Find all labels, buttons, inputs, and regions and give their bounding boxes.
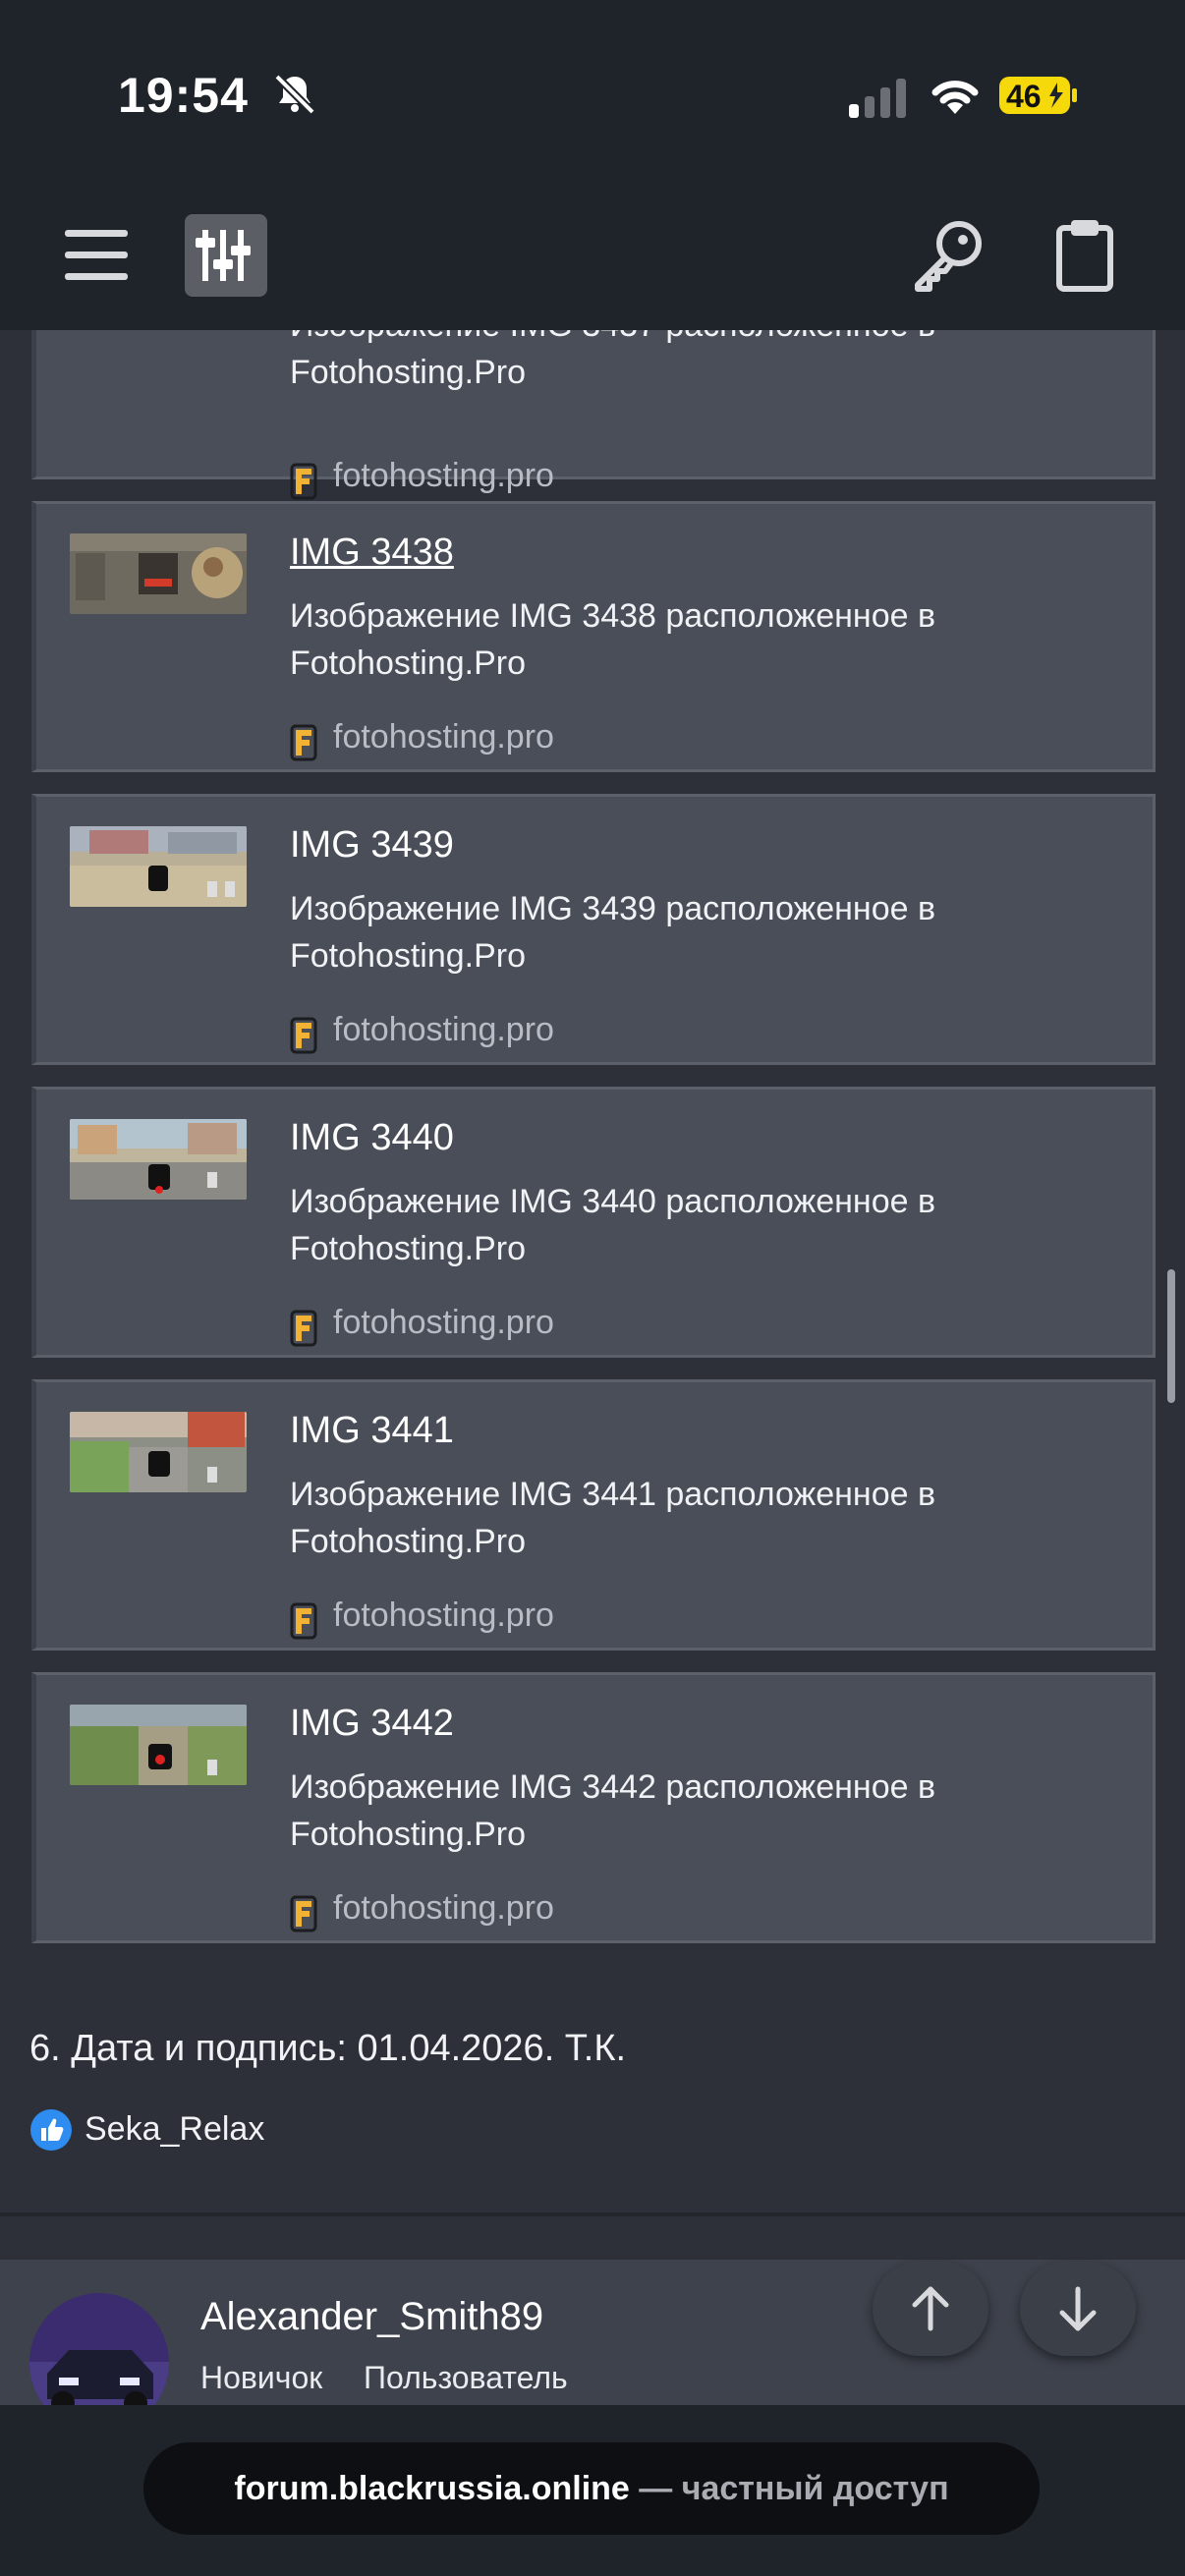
card-source[interactable]: fotohosting.pro [333,1889,554,1928]
card-source[interactable]: fotohosting.pro [333,1011,554,1049]
sliders-icon [196,230,251,281]
link-preview-card[interactable]: IMG 3441 Изображение IMG 3441 расположен… [31,1379,1156,1651]
card-title-link[interactable]: IMG 3441 [290,1410,454,1452]
user-group: Пользователь [364,2360,568,2395]
fotohosting-logo-icon [290,463,317,500]
url-bar[interactable]: forum.blackrussia.online — частный досту… [143,2442,1040,2535]
like-username[interactable]: Seka_Relax [85,2110,264,2149]
url-privacy-label: — частный доступ [629,2470,949,2507]
post-author[interactable]: Alexander_Smith89 [200,2295,543,2339]
link-preview-card[interactable]: IMG 3442 Изображение IMG 3442 расположен… [31,1672,1156,1943]
battery-level: 46 [1006,79,1042,114]
card-source[interactable]: fotohosting.pro [333,1304,554,1342]
like-reaction-icon[interactable] [29,2108,73,2152]
link-preview-card[interactable]: Изображение IMG 3437 расположенное в Fot… [31,330,1156,500]
scroll-down-button[interactable] [1020,2262,1136,2356]
card-description: Изображение IMG 3441 расположенное в Fot… [290,1476,936,1560]
post-divider [0,2212,1185,2216]
card-title-link[interactable]: IMG 3439 [290,824,454,867]
card-description: Изображение IMG 3442 расположенное в Fot… [290,1768,936,1853]
clipboard-icon[interactable] [1055,218,1114,293]
card-thumbnail[interactable] [70,1412,247,1492]
card-title-link[interactable]: IMG 3438 [290,532,454,574]
card-title-link[interactable]: IMG 3440 [290,1117,454,1159]
forum-header [0,196,1185,330]
fotohosting-logo-icon [290,1895,317,1932]
fotohosting-logo-icon [290,724,317,761]
bell-muted-icon [274,74,315,115]
url-host: forum.blackrussia.online [234,2470,630,2507]
page-scrollbar[interactable] [1167,1269,1175,1403]
card-description: Изображение IMG 3439 расположенное в Fot… [290,890,936,975]
status-bar: 19:54 46 [0,0,1185,196]
fotohosting-logo-icon [290,1017,317,1054]
card-description: Изображение IMG 3438 расположенное в Fot… [290,597,936,682]
link-preview-card[interactable]: IMG 3438 Изображение IMG 3438 расположен… [31,501,1156,772]
card-description: Изображение IMG 3440 расположенное в Fot… [290,1183,936,1267]
card-title-link[interactable]: IMG 3442 [290,1703,454,1745]
link-preview-card[interactable]: IMG 3440 Изображение IMG 3440 расположен… [31,1087,1156,1358]
card-source[interactable]: fotohosting.pro [333,718,554,756]
card-thumbnail[interactable] [70,1119,247,1200]
battery-indicator: 46 [998,75,1079,116]
key-icon[interactable] [910,218,985,293]
card-thumbnail[interactable] [70,826,247,907]
card-source[interactable]: fotohosting.pro [333,1596,554,1635]
post-content: Изображение IMG 3437 расположенное в Fot… [0,330,1185,2216]
card-description-partial: Изображение IMG 3437 расположенное в [290,330,1037,349]
card-thumbnail[interactable] [70,533,247,614]
scroll-up-button[interactable] [873,2262,988,2356]
link-preview-card[interactable]: IMG 3439 Изображение IMG 3439 расположен… [31,794,1156,1065]
arrow-down-icon [1059,2286,1097,2331]
hamburger-icon[interactable] [65,228,128,283]
card-thumbnail[interactable] [70,1705,247,1785]
fotohosting-logo-icon [290,1310,317,1347]
cellular-signal-icon [849,79,906,118]
card-source[interactable]: fotohosting.pro [333,457,554,495]
signature-line: 6. Дата и подпись: 01.04.2026. Т.К. [29,2028,627,2069]
fotohosting-logo-icon [290,1602,317,1640]
arrow-up-icon [912,2286,949,2331]
filter-button[interactable] [185,214,267,297]
wifi-icon [931,81,979,114]
user-rank: Новичок [200,2360,323,2395]
status-time: 19:54 [118,68,249,123]
next-post-header [0,2260,1185,2405]
card-description: Fotohosting.Pro [290,354,527,391]
